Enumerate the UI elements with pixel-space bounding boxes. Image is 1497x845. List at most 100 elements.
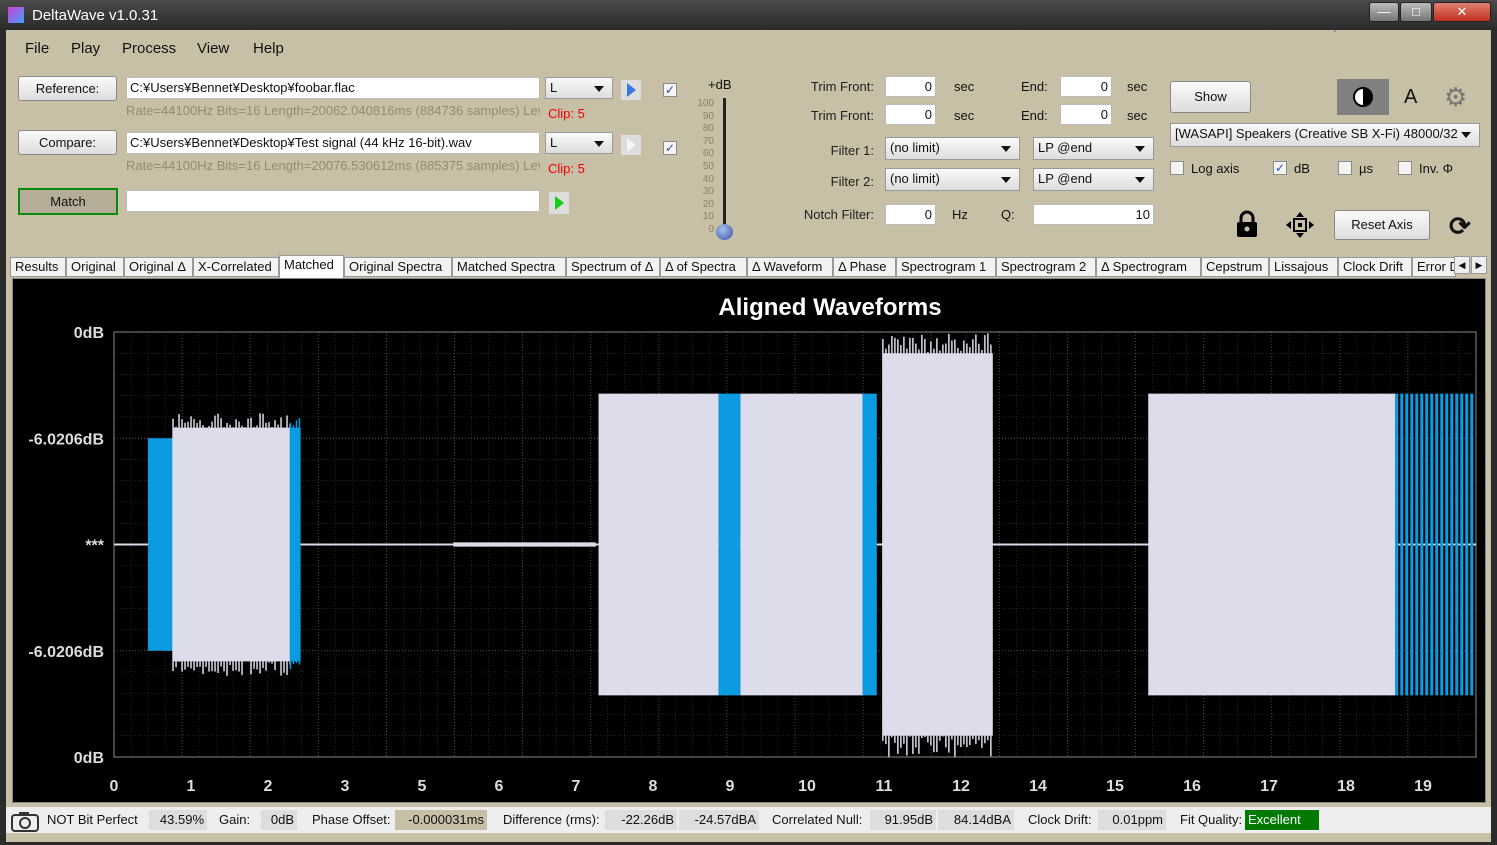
- y-tick-label: -6.0206dB: [28, 644, 104, 661]
- waveform-stripe: [1395, 393, 1399, 696]
- play-match-button[interactable]: [549, 192, 569, 214]
- reference-button[interactable]: Reference:: [18, 76, 117, 101]
- tab-scroll-right-button[interactable]: ▶: [1471, 256, 1487, 274]
- tab-x-correlated[interactable]: X-Correlated: [193, 257, 279, 277]
- title-bar: DeltaWave v1.0.31 — □ ✕: [0, 0, 1497, 30]
- tab-matched[interactable]: Matched: [279, 255, 344, 278]
- dark-theme-button[interactable]: [1337, 79, 1389, 115]
- camera-icon[interactable]: [10, 810, 40, 832]
- audio-device-select[interactable]: [WASAPI] Speakers (Creative SB X-Fi) 480…: [1170, 123, 1480, 147]
- compare-button[interactable]: Compare:: [18, 130, 117, 155]
- trim-front-unit-2: sec: [954, 108, 975, 123]
- tab-original-spectra[interactable]: Original Spectra: [344, 257, 452, 277]
- x-tick-label: 1: [187, 778, 196, 795]
- tab-spectrum-of[interactable]: Spectrum of Δ: [566, 257, 660, 277]
- trim-end-input-1[interactable]: 0: [1060, 76, 1112, 97]
- refresh-icon[interactable]: ⟳: [1449, 211, 1471, 242]
- tab-clock-drift[interactable]: Clock Drift: [1338, 257, 1412, 277]
- tab-scroll-left-button[interactable]: ◀: [1454, 256, 1470, 274]
- waveform-stripe: [1405, 393, 1409, 696]
- y-tick-label: -6.0206dB: [28, 431, 104, 448]
- level-tick-label: 0: [708, 224, 714, 235]
- level-tick-label: 40: [702, 173, 714, 185]
- pan-move-icon[interactable]: [1285, 211, 1315, 242]
- menu-help[interactable]: Help: [253, 40, 284, 57]
- close-button[interactable]: ✕: [1433, 2, 1491, 22]
- filter-1-type-select[interactable]: LP @end: [1033, 137, 1154, 160]
- waveform-stripe: [1470, 393, 1474, 696]
- level-tick-label: 60: [702, 148, 714, 160]
- menu-play[interactable]: Play: [71, 40, 100, 57]
- x-tick-label: 11: [876, 778, 893, 795]
- menu-file[interactable]: File: [25, 40, 49, 57]
- show-button[interactable]: Show: [1170, 81, 1251, 113]
- play-reference-button[interactable]: [621, 80, 641, 100]
- notch-filter-input[interactable]: 0: [885, 204, 936, 225]
- reference-clip: Clip: 5: [548, 106, 585, 121]
- db-checkbox[interactable]: ✓: [1273, 161, 1287, 175]
- tab-of-spectra[interactable]: Δ of Spectra: [660, 257, 747, 277]
- compare-channel-select[interactable]: L: [545, 132, 613, 154]
- menu-view[interactable]: View: [197, 40, 229, 57]
- level-slider-track[interactable]: [723, 98, 726, 232]
- log-axis-checkbox[interactable]: [1170, 161, 1184, 175]
- waveform-segment-compare: [147, 438, 174, 651]
- status-bar: NOT Bit Perfect 43.59% Gain: 0dB Phase O…: [6, 807, 1491, 833]
- level-slider-thumb[interactable]: [716, 224, 733, 240]
- tab-lissajous[interactable]: Lissajous: [1269, 257, 1338, 277]
- invert-phase-checkbox[interactable]: [1398, 161, 1412, 175]
- reference-checkbox[interactable]: ✓: [663, 83, 677, 97]
- tab-original[interactable]: Original: [66, 257, 124, 277]
- x-tick-label: 8: [649, 778, 658, 795]
- trim-front-input-2[interactable]: 0: [885, 104, 936, 125]
- reference-channel-select[interactable]: L: [545, 77, 613, 99]
- tab-spectrogram-2[interactable]: Spectrogram 2: [996, 257, 1096, 277]
- x-tick-label: 2: [264, 778, 273, 795]
- tab-original[interactable]: Original Δ: [124, 257, 193, 277]
- clock-drift-label: Clock Drift:: [1028, 812, 1092, 827]
- tab-spectrogram[interactable]: Δ Spectrogram: [1096, 257, 1201, 277]
- font-button[interactable]: A: [1404, 86, 1417, 109]
- tab-cepstrum[interactable]: Cepstrum: [1201, 257, 1269, 277]
- us-checkbox[interactable]: [1338, 161, 1352, 175]
- tab-spectrogram-1[interactable]: Spectrogram 1: [896, 257, 996, 277]
- menu-process[interactable]: Process: [122, 40, 176, 57]
- reference-path-input[interactable]: C:¥Users¥Bennet¥Desktop¥foobar.flac: [126, 77, 540, 99]
- filter-2-type-select[interactable]: LP @end: [1033, 168, 1154, 191]
- db-label: dB: [1294, 161, 1310, 176]
- lock-icon[interactable]: [1235, 210, 1259, 241]
- chart-panel: Aligned Waveforms 0 1 2 3 5 6 7 8 9 10 11 12 14 15 16 17…: [12, 278, 1486, 803]
- tab-error-d[interactable]: Error D: [1412, 257, 1459, 277]
- x-tick-label: 17: [1260, 778, 1278, 795]
- y-tick-label: ***: [85, 538, 104, 555]
- minimize-button[interactable]: —: [1369, 2, 1399, 22]
- filter-2-select[interactable]: (no limit): [885, 168, 1020, 191]
- x-tick-label: 15: [1106, 778, 1124, 795]
- play-compare-button[interactable]: [621, 135, 641, 155]
- maximize-button[interactable]: □: [1400, 2, 1432, 22]
- play-icon: [555, 196, 571, 210]
- difference-dba: -24.57dBA: [679, 810, 759, 830]
- compare-path-input[interactable]: C:¥Users¥Bennet¥Desktop¥Test signal (44 …: [126, 132, 540, 154]
- trim-end-input-2[interactable]: 0: [1060, 104, 1112, 125]
- tab-matched-spectra[interactable]: Matched Spectra: [452, 257, 566, 277]
- tab-phase[interactable]: Δ Phase: [833, 257, 896, 277]
- notch-q-input[interactable]: 10: [1033, 204, 1154, 225]
- settings-gear-icon[interactable]: ⚙: [1444, 82, 1467, 113]
- tab-results[interactable]: Results: [10, 257, 66, 277]
- contrast-icon: [1353, 87, 1373, 107]
- match-input[interactable]: [126, 190, 540, 212]
- match-button[interactable]: Match: [18, 188, 118, 215]
- play-icon: [627, 138, 643, 152]
- tab-waveform[interactable]: Δ Waveform: [747, 257, 833, 277]
- compare-checkbox[interactable]: ✓: [663, 141, 677, 155]
- waveform-stripe: [1410, 393, 1414, 696]
- filter-1-select[interactable]: (no limit): [885, 137, 1020, 160]
- x-tick-label: 0: [110, 778, 119, 795]
- waveform-segment-reference: [453, 542, 596, 547]
- trim-front-input-1[interactable]: 0: [885, 76, 936, 97]
- aligned-waveforms-chart[interactable]: Aligned Waveforms0 1 2 3 5 6 7 8 9 10 11 12 14 15 16 17…: [13, 279, 1485, 802]
- x-tick-label: 19: [1414, 778, 1432, 795]
- x-tick-label: 6: [495, 778, 504, 795]
- reset-axis-button[interactable]: Reset Axis: [1334, 210, 1430, 240]
